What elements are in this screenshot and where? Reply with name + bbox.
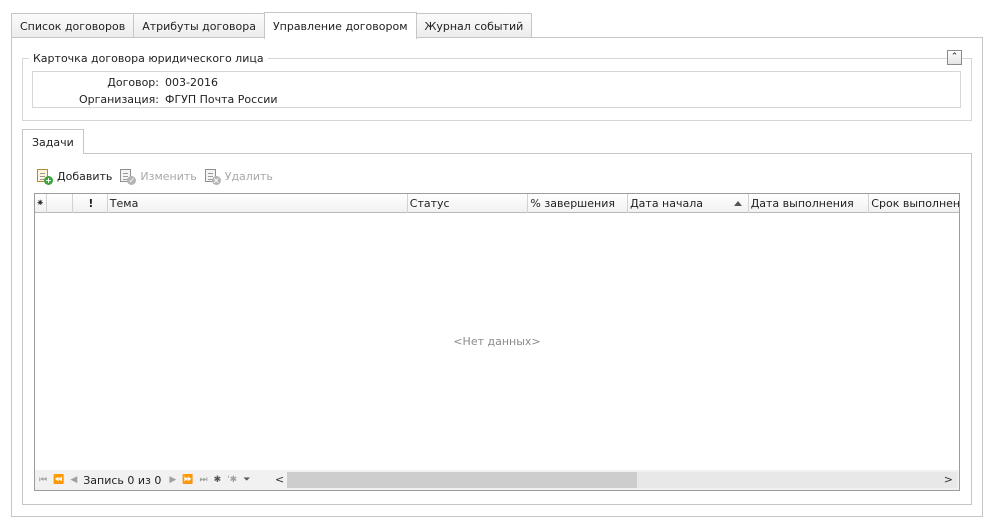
start-date-label: Дата начала bbox=[630, 197, 704, 210]
horizontal-scrollbar[interactable]: < > bbox=[275, 472, 957, 488]
column-priority[interactable]: ! bbox=[73, 194, 108, 213]
previous-record-icon[interactable]: ◀ bbox=[70, 475, 77, 485]
record-counter: Запись 0 из 0 bbox=[83, 473, 162, 487]
collapse-card-button[interactable]: ⌃ bbox=[947, 50, 962, 65]
tasks-toolbar: + Добавить ✓ Изменить × Удалить bbox=[36, 166, 280, 186]
edit-button[interactable]: ✓ Изменить bbox=[119, 168, 197, 185]
tab-contract-attributes[interactable]: Атрибуты договора bbox=[133, 13, 265, 38]
tab-event-log[interactable]: Журнал событий bbox=[415, 13, 533, 38]
column-attachment[interactable] bbox=[47, 194, 73, 213]
scrollbar-thumb[interactable] bbox=[287, 472, 637, 488]
tab-tasks[interactable]: Задачи bbox=[22, 129, 84, 154]
grid-header: ⁕ ! Тема Статус % завершения Дата начала… bbox=[35, 194, 959, 213]
main-tab-strip: Список договоров Атрибуты договора Управ… bbox=[11, 12, 533, 39]
delete-button-label: Удалить bbox=[224, 169, 273, 183]
column-percent-complete[interactable]: % завершения bbox=[528, 194, 629, 213]
column-subject[interactable]: Тема bbox=[108, 194, 408, 213]
add-button-label: Добавить bbox=[57, 169, 113, 183]
append-record-icon[interactable]: ✱ bbox=[214, 475, 222, 485]
delete-button[interactable]: × Удалить bbox=[204, 168, 273, 185]
next-record-icon[interactable]: ▶ bbox=[169, 475, 176, 485]
last-page-icon[interactable]: ⏭ bbox=[200, 475, 208, 485]
tab-contract-list[interactable]: Список договоров bbox=[11, 13, 135, 38]
append-copy-icon[interactable]: '✱ bbox=[227, 475, 237, 485]
scroll-left-icon[interactable]: < bbox=[275, 473, 284, 486]
contract-label: Договор: bbox=[107, 76, 159, 89]
column-due-date[interactable]: Дата выполнения bbox=[749, 194, 870, 213]
contract-value: 003-2016 bbox=[165, 76, 218, 89]
add-button[interactable]: + Добавить bbox=[36, 168, 113, 185]
edit-button-label: Изменить bbox=[140, 169, 197, 183]
column-status[interactable]: Статус bbox=[408, 194, 529, 213]
tasks-grid: ⁕ ! Тема Статус % завершения Дата начала… bbox=[34, 193, 960, 491]
organization-row: Организация: ФГУП Почта России bbox=[32, 93, 278, 106]
sort-ascending-icon bbox=[733, 201, 742, 206]
previous-page-icon[interactable]: ⏪ bbox=[53, 475, 64, 485]
empty-grid-message: <Нет данных> bbox=[453, 335, 541, 348]
organization-value: ФГУП Почта России bbox=[165, 93, 278, 106]
contract-row: Договор: 003-2016 bbox=[32, 76, 218, 89]
column-deadline[interactable]: Срок выполнения bbox=[869, 194, 959, 213]
add-task-icon: + bbox=[36, 168, 53, 185]
tab-contract-management[interactable]: Управление договором bbox=[263, 12, 417, 39]
scroll-right-icon[interactable]: > bbox=[944, 473, 953, 486]
chevron-up-icon: ⌃ bbox=[950, 52, 959, 62]
first-page-icon[interactable]: ⏮ bbox=[39, 475, 47, 485]
organization-label: Организация: bbox=[78, 93, 159, 106]
column-start-date[interactable]: Дата начала bbox=[628, 194, 749, 213]
next-page-icon[interactable]: ⏩ bbox=[182, 475, 193, 485]
edit-task-icon: ✓ bbox=[119, 168, 137, 185]
data-navigator: ⏮ ⏪ ◀ Запись 0 из 0 ▶ ⏩ ⏭ ✱ '✱ ⏷ < > bbox=[35, 470, 959, 490]
delete-task-icon: × bbox=[204, 168, 221, 185]
filter-icon[interactable]: ⏷ bbox=[243, 475, 250, 485]
column-new-row-indicator[interactable]: ⁕ bbox=[35, 194, 47, 213]
card-caption: Карточка договора юридического лица bbox=[29, 52, 268, 65]
